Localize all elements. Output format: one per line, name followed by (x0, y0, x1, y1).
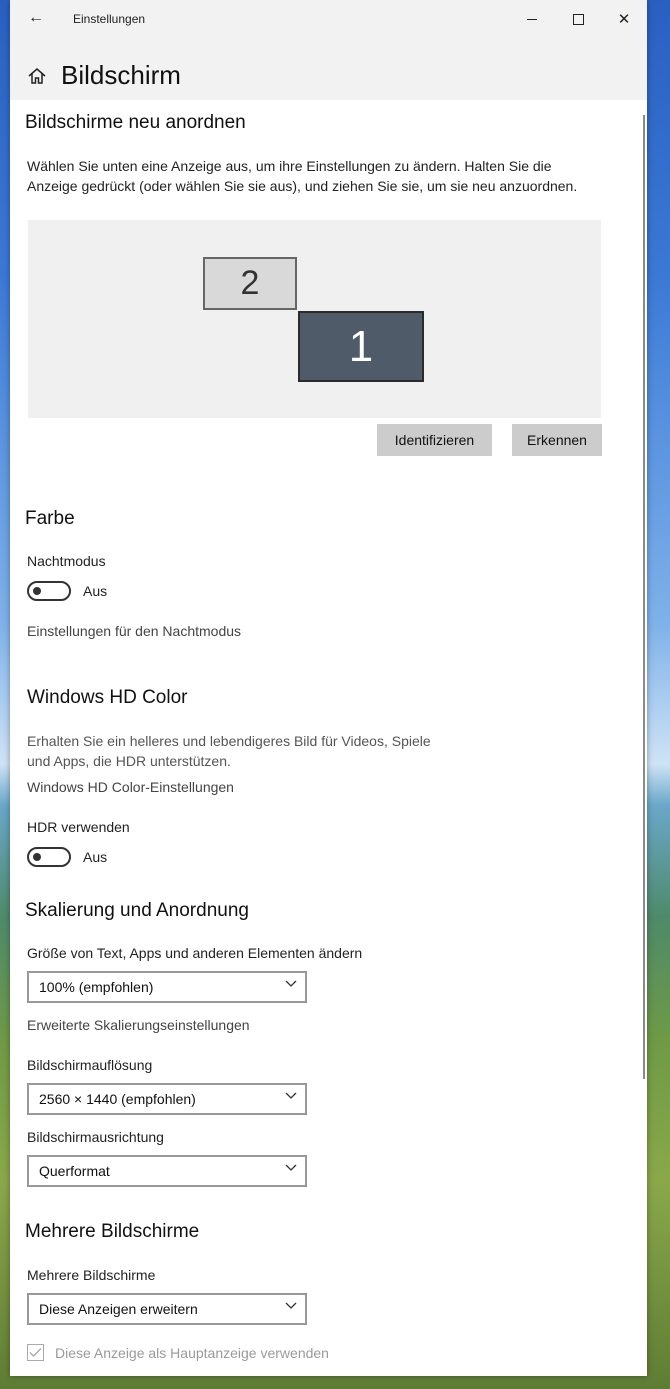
chevron-down-icon (285, 1164, 297, 1171)
home-icon[interactable] (27, 66, 47, 86)
toggle-knob (33, 587, 41, 595)
page-title: Bildschirm (61, 60, 181, 90)
color-heading: Farbe (25, 508, 75, 529)
multi-display-value: Diese Anzeigen erweitern (39, 1301, 198, 1317)
resolution-dropdown[interactable]: 2560 × 1440 (empfohlen) (27, 1083, 307, 1115)
hdr-description-2: und Apps, die HDR unterstützen. (27, 753, 231, 769)
chevron-down-icon (285, 980, 297, 987)
orientation-label: Bildschirmausrichtung (27, 1129, 164, 1145)
back-arrow-icon[interactable]: ← (26, 9, 46, 27)
main-display-checkbox[interactable] (27, 1344, 44, 1361)
use-hdr-toggle[interactable] (27, 847, 71, 867)
close-icon: ✕ (617, 10, 631, 28)
size-dropdown[interactable]: 100% (empfohlen) (27, 971, 307, 1003)
maximize-icon (572, 13, 584, 25)
night-mode-toggle[interactable] (27, 581, 71, 601)
settings-window: ← Einstellungen ✕ Bildschirm Bildschirme… (10, 0, 647, 1376)
arrange-description-1: Wählen Sie unten eine Anzeige aus, um ih… (27, 158, 552, 174)
orientation-value: Querformat (39, 1163, 110, 1179)
close-button[interactable]: ✕ (601, 0, 647, 38)
page-header: Bildschirm (10, 38, 647, 100)
hdr-heading: Windows HD Color (27, 687, 188, 708)
identify-button[interactable]: Identifizieren (377, 424, 492, 456)
chevron-down-icon (285, 1302, 297, 1309)
resolution-label: Bildschirmauflösung (27, 1057, 153, 1073)
arrange-heading: Bildschirme neu anordnen (25, 112, 246, 133)
maximize-button[interactable] (555, 0, 601, 38)
hdr-description-1: Erhalten Sie ein helleres und lebendiger… (27, 733, 431, 749)
night-mode-settings-link[interactable]: Einstellungen für den Nachtmodus (27, 623, 241, 639)
size-value: 100% (empfohlen) (39, 979, 154, 995)
use-hdr-state: Aus (83, 849, 108, 865)
monitor-1[interactable]: 1 (298, 311, 424, 382)
night-mode-label: Nachtmodus (27, 553, 106, 569)
size-label: Größe von Text, Apps und anderen Element… (27, 945, 363, 961)
orientation-dropdown[interactable]: Querformat (27, 1155, 307, 1187)
minimize-icon (527, 18, 537, 20)
window-title: Einstellungen (73, 12, 146, 26)
monitor-2[interactable]: 2 (203, 257, 297, 310)
hd-color-settings-link[interactable]: Windows HD Color-Einstellungen (27, 779, 234, 795)
multi-display-heading: Mehrere Bildschirme (25, 1221, 200, 1242)
chevron-down-icon (285, 1092, 297, 1099)
arrange-description-2: Anzeige gedrückt (oder wählen Sie sie au… (27, 178, 578, 194)
toggle-knob (33, 853, 41, 861)
use-hdr-label: HDR verwenden (27, 819, 130, 835)
title-bar: ← Einstellungen ✕ (10, 0, 647, 38)
minimize-button[interactable] (509, 0, 555, 38)
resolution-value: 2560 × 1440 (empfohlen) (39, 1091, 196, 1107)
multi-display-dropdown[interactable]: Diese Anzeigen erweitern (27, 1293, 307, 1325)
multi-display-label: Mehrere Bildschirme (27, 1267, 156, 1283)
scrollbar[interactable] (643, 115, 645, 1079)
advanced-scaling-link[interactable]: Erweiterte Skalierungseinstellungen (27, 1017, 250, 1033)
main-display-label: Diese Anzeige als Hauptanzeige verwenden (55, 1345, 329, 1361)
display-arrangement-area[interactable]: 2 1 (28, 220, 601, 418)
detect-button[interactable]: Erkennen (512, 424, 602, 456)
night-mode-state: Aus (83, 583, 108, 599)
scale-heading: Skalierung und Anordnung (25, 900, 249, 921)
checkmark-icon (29, 1348, 42, 1357)
